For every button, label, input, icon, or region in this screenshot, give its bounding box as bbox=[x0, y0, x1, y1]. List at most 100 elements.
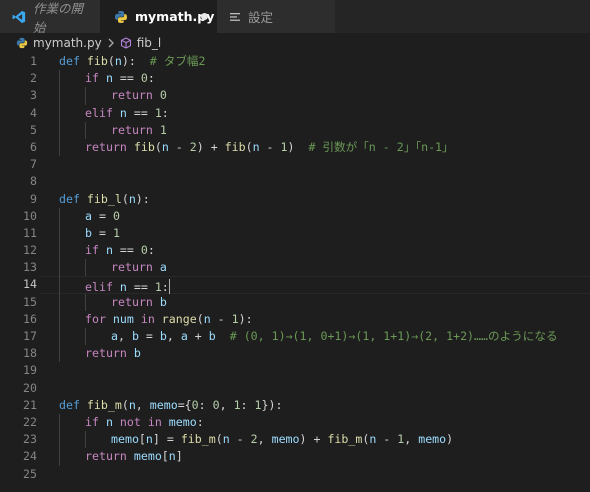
line-number: 4 bbox=[30, 105, 37, 120]
line-number: 18 bbox=[23, 346, 37, 361]
indent-guide bbox=[59, 121, 60, 139]
code-line[interactable]: 24 return memo[n] bbox=[0, 448, 590, 466]
code-line[interactable]: 17 a, b = b, a + b # (0, 1)→(1, 0+1)→(1, … bbox=[0, 328, 590, 346]
code-token: 0 bbox=[159, 88, 167, 103]
code-token: n bbox=[105, 414, 113, 429]
text-cursor bbox=[168, 279, 170, 295]
code-token: b bbox=[159, 294, 167, 309]
code-token: n bbox=[105, 243, 113, 258]
code-token: , bbox=[117, 329, 132, 343]
code-line[interactable]: 25 bbox=[0, 466, 590, 483]
tab-bar: 作業の開始 mymath.py 設定 bbox=[0, 0, 590, 35]
breadcrumb-file[interactable]: mymath.py bbox=[16, 36, 102, 50]
code-text: return a bbox=[111, 259, 167, 276]
code-token: [ bbox=[138, 432, 146, 447]
code-token: # タブ幅2 bbox=[149, 54, 206, 68]
tab-settings[interactable]: 設定 bbox=[217, 0, 335, 33]
code-token: fib bbox=[86, 54, 108, 68]
code-token: def bbox=[59, 191, 87, 206]
indent-guide bbox=[59, 87, 60, 105]
code-token: 1 bbox=[154, 280, 162, 295]
code-token: fib_m bbox=[86, 397, 122, 412]
code-line[interactable]: 22 if n not in memo: bbox=[0, 413, 590, 432]
python-file-icon bbox=[16, 37, 28, 49]
code-token: fib bbox=[224, 139, 246, 154]
line-number: 15 bbox=[23, 294, 37, 309]
settings-list-icon bbox=[229, 11, 241, 23]
code-token: ( bbox=[121, 191, 129, 206]
code-editor[interactable]: 1 def fib(n): # タブ幅2 2 if n == 0: 3 return 04… bbox=[0, 53, 590, 492]
code-line[interactable]: 6 return fib(n - 2) + fib(n - 1) # 引数が「n … bbox=[0, 138, 590, 157]
indent-guide bbox=[59, 345, 60, 363]
code-token: 1 bbox=[231, 311, 239, 326]
code-token: , bbox=[135, 397, 150, 412]
code-token: n bbox=[128, 191, 136, 206]
code-line[interactable]: 10 a = 0 bbox=[0, 207, 590, 225]
code-token: a bbox=[159, 260, 167, 275]
line-number: 14 bbox=[23, 277, 37, 292]
code-token: n bbox=[114, 54, 122, 68]
indent-guide bbox=[85, 87, 86, 105]
code-token: return bbox=[85, 139, 134, 154]
code-text: memo[n] = fib_m(n - 2, memo) + fib_m(n -… bbox=[111, 431, 453, 448]
code-token: n bbox=[145, 432, 153, 447]
code-token: ( bbox=[196, 311, 204, 326]
breadcrumb: mymath.py fib_l bbox=[0, 33, 590, 53]
code-token: # 引数が「n - 2」「n-1」 bbox=[308, 139, 454, 154]
line-number: 22 bbox=[23, 414, 37, 429]
code-line[interactable]: 1 def fib(n): # タブ幅2 bbox=[0, 53, 590, 70]
code-token: [ bbox=[161, 449, 169, 464]
code-line[interactable]: 7 bbox=[0, 156, 590, 173]
vscode-logo-icon bbox=[12, 10, 26, 24]
code-token: , bbox=[404, 432, 419, 447]
code-line[interactable]: 2 if n == 0: bbox=[0, 70, 590, 88]
code-line[interactable]: 8 bbox=[0, 173, 590, 190]
code-text: return 0 bbox=[111, 87, 167, 104]
python-file-icon bbox=[114, 10, 128, 24]
code-line[interactable]: 12 if n == 0: bbox=[0, 242, 590, 260]
code-token: == bbox=[126, 280, 155, 295]
tab-welcome[interactable]: 作業の開始 bbox=[0, 0, 100, 35]
code-token: ): bbox=[135, 191, 150, 206]
code-line[interactable]: 23 memo[n] = fib_m(n - 2, memo) + fib_m(n… bbox=[0, 431, 590, 449]
code-line[interactable]: 4 elif n == 1: bbox=[0, 104, 590, 122]
code-token: - bbox=[376, 432, 398, 447]
code-line[interactable]: 15 return b bbox=[0, 293, 590, 311]
code-token: = bbox=[91, 208, 113, 223]
code-line[interactable]: 20 bbox=[0, 380, 590, 397]
code-token: def bbox=[59, 54, 87, 68]
code-token: return bbox=[111, 294, 160, 309]
code-token: num bbox=[112, 311, 134, 326]
method-cube-icon bbox=[120, 37, 132, 49]
code-token: fib bbox=[133, 139, 155, 154]
line-number: 5 bbox=[30, 122, 37, 137]
code-line[interactable]: 19 bbox=[0, 362, 590, 379]
code-token: range bbox=[161, 311, 197, 326]
code-line[interactable]: 21 def fib_m(n, memo={0: 0, 1: 1}): bbox=[0, 397, 590, 414]
code-token: : bbox=[240, 397, 255, 412]
code-line[interactable]: 11 b = 1 bbox=[0, 224, 590, 243]
line-number: 12 bbox=[23, 243, 37, 258]
code-token: return bbox=[85, 346, 134, 361]
code-token: if bbox=[85, 414, 106, 429]
code-token: memo bbox=[418, 432, 447, 447]
code-line[interactable]: 5 return 1 bbox=[0, 121, 590, 139]
code-token: : bbox=[161, 280, 169, 295]
unsaved-dot-icon[interactable] bbox=[201, 13, 208, 20]
code-token: n bbox=[161, 139, 169, 154]
code-text: return 1 bbox=[111, 122, 167, 139]
code-line[interactable]: 3 return 0 bbox=[0, 87, 590, 105]
code-line[interactable]: 18 return b bbox=[0, 345, 590, 363]
code-line[interactable]: 9 def fib_l(n): bbox=[0, 191, 590, 208]
line-number: 2 bbox=[30, 71, 37, 86]
code-token: b bbox=[131, 329, 139, 343]
line-number: 10 bbox=[23, 208, 37, 223]
breadcrumb-symbol[interactable]: fib_l bbox=[120, 36, 161, 50]
code-token: for bbox=[85, 311, 113, 326]
code-line[interactable]: 16 for num in range(n - 1): bbox=[0, 310, 590, 328]
indent-guide bbox=[59, 413, 60, 432]
tab-mymath-py[interactable]: mymath.py bbox=[100, 0, 217, 33]
code-line[interactable]: 13 return a bbox=[0, 259, 590, 277]
indent-guide bbox=[59, 104, 60, 122]
code-line[interactable]: 14 elif n == 1: bbox=[0, 276, 590, 295]
